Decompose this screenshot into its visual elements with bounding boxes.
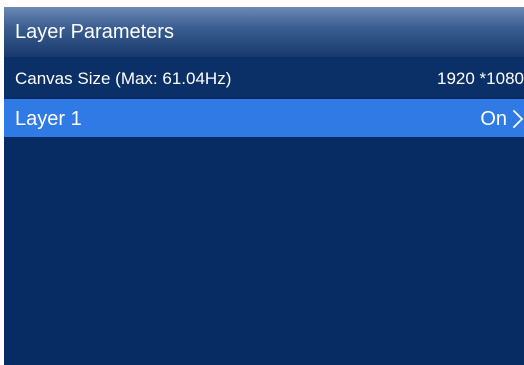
canvas-size-row[interactable]: Canvas Size (Max: 61.04Hz) 1920 *1080: [4, 57, 524, 97]
layer-parameters-screen: Layer Parameters Canvas Size (Max: 61.04…: [4, 7, 524, 365]
layer-1-row[interactable]: Layer 1 On: [4, 99, 524, 137]
canvas-size-label: Canvas Size (Max: 61.04Hz): [15, 69, 232, 88]
layer-1-value-group: On: [480, 107, 524, 131]
layer-1-status: On: [480, 108, 507, 130]
screen-header: Layer Parameters: [4, 7, 524, 57]
canvas-size-value: 1920 *1080: [437, 69, 524, 88]
chevron-right-icon: [512, 109, 524, 129]
page-title: Layer Parameters: [15, 21, 174, 43]
layer-1-label: Layer 1: [15, 108, 82, 130]
